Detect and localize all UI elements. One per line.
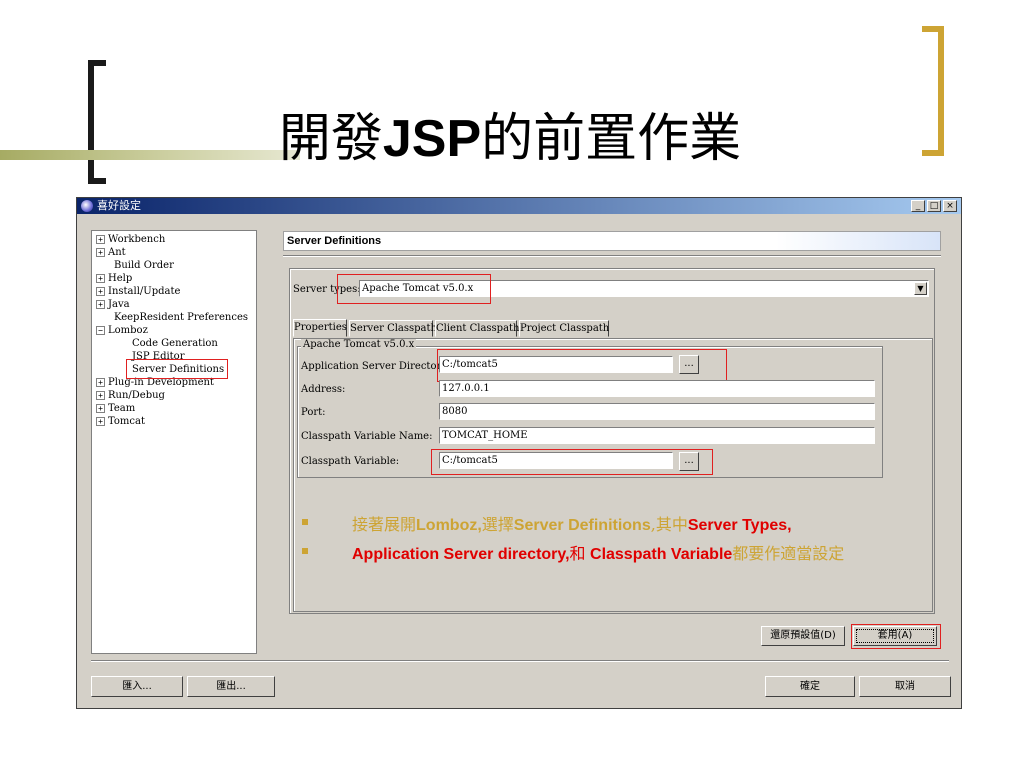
- instruction-bullet-2: Application Server directory,和 Classpath…: [352, 544, 845, 563]
- expand-icon[interactable]: +: [96, 248, 105, 257]
- tree-item-code-generation[interactable]: Code Generation: [132, 337, 218, 350]
- tree-item-workbench[interactable]: + Workbench: [96, 233, 165, 246]
- right-bracket-decoration: [922, 26, 944, 156]
- tree-item-keepresident[interactable]: KeepResident Preferences: [114, 311, 248, 324]
- group-title: Apache Tomcat v5.0.x: [301, 339, 417, 350]
- highlight-box-classpath-var: [431, 449, 713, 475]
- expand-icon[interactable]: +: [96, 235, 105, 244]
- tree-item-java[interactable]: + Java: [96, 298, 130, 311]
- highlight-box-app-server-dir: [437, 349, 727, 382]
- expand-icon[interactable]: +: [96, 417, 105, 426]
- collapse-icon[interactable]: −: [96, 326, 105, 335]
- expand-icon[interactable]: +: [96, 378, 105, 387]
- eclipse-app-icon: [81, 200, 93, 212]
- maximize-icon[interactable]: □: [927, 200, 941, 212]
- address-input[interactable]: 127.0.0.1: [439, 380, 875, 397]
- expand-icon[interactable]: +: [96, 391, 105, 400]
- tab-client-classpath[interactable]: Client Classpath: [435, 320, 520, 337]
- tree-item-team[interactable]: + Team: [96, 402, 135, 415]
- expand-icon[interactable]: +: [96, 404, 105, 413]
- highlight-box-server-definitions: [126, 359, 228, 379]
- tab-server-classpath[interactable]: Server Classpath: [349, 320, 437, 337]
- instruction-bullet-1: 接著展開Lomboz,選擇Server Definitions,其中Server…: [352, 515, 792, 534]
- divider: [283, 255, 941, 257]
- left-bracket-decoration: [88, 60, 106, 184]
- bullet-icon: [302, 548, 308, 554]
- tree-item-ant[interactable]: + Ant: [96, 246, 126, 259]
- port-input[interactable]: 8080: [439, 403, 875, 420]
- ok-button[interactable]: 確定: [765, 676, 855, 697]
- tree-item-lomboz[interactable]: − Lomboz: [96, 324, 148, 337]
- classpath-var-name-input[interactable]: TOMCAT_HOME: [439, 427, 875, 444]
- chevron-down-icon[interactable]: ▼: [914, 282, 927, 295]
- tree-item-help[interactable]: + Help: [96, 272, 132, 285]
- tab-project-classpath[interactable]: Project Classpath: [519, 320, 609, 337]
- tree-item-tomcat[interactable]: + Tomcat: [96, 415, 145, 428]
- tree-item-install-update[interactable]: + Install/Update: [96, 285, 180, 298]
- tab-properties[interactable]: Properties: [293, 319, 347, 337]
- restore-defaults-button[interactable]: 還原預設值(D): [761, 626, 845, 646]
- page-title: Server Definitions: [283, 231, 941, 251]
- highlight-box-apply: [851, 624, 941, 649]
- address-label: Address:: [301, 384, 346, 395]
- slide-title: 開發JSP的前置作業: [278, 109, 742, 169]
- classpath-var-label: Classpath Variable:: [301, 456, 400, 467]
- preferences-tree[interactable]: + Workbench + Ant Build Order + Help + Insta…: [91, 230, 257, 654]
- port-label: Port:: [301, 407, 326, 418]
- tree-item-build-order[interactable]: Build Order: [114, 259, 174, 272]
- window-titlebar[interactable]: 喜好設定 _ □ ×: [77, 198, 961, 214]
- expand-icon[interactable]: +: [96, 300, 105, 309]
- expand-icon[interactable]: +: [96, 287, 105, 296]
- classpath-var-name-label: Classpath Variable Name:: [301, 431, 433, 442]
- close-icon[interactable]: ×: [943, 200, 957, 212]
- tree-item-run-debug[interactable]: + Run/Debug: [96, 389, 165, 402]
- expand-icon[interactable]: +: [96, 274, 105, 283]
- app-server-dir-label: Application Server Directory:: [301, 361, 451, 372]
- minimize-icon[interactable]: _: [911, 200, 925, 212]
- import-button[interactable]: 匯入...: [91, 676, 183, 697]
- bullet-icon: [302, 519, 308, 525]
- divider: [91, 660, 949, 662]
- cancel-button[interactable]: 取消: [859, 676, 951, 697]
- export-button[interactable]: 匯出...: [187, 676, 275, 697]
- highlight-box-server-types: [337, 274, 491, 304]
- preferences-window: 喜好設定 _ □ × + Workbench + Ant Build Order +…: [76, 197, 962, 709]
- window-title: 喜好設定: [97, 199, 141, 212]
